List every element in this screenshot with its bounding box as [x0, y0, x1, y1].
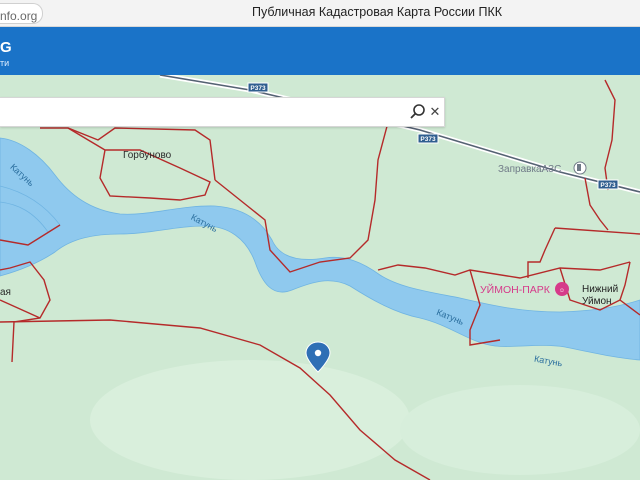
- svg-text:☺: ☺: [559, 288, 565, 294]
- browser-page-title: Публичная Кадастровая Карта России ПКК: [252, 5, 503, 19]
- terrain-patch: [90, 360, 410, 480]
- poi-label-park[interactable]: УЙМОН-ПАРК: [480, 284, 550, 296]
- close-icon[interactable]: ✕: [428, 102, 442, 122]
- app-logo-subtitle: ти: [0, 58, 10, 68]
- search-bar: ✕: [0, 97, 445, 127]
- settlement-label-nizhny-uymon-line2: Уймон: [582, 296, 612, 307]
- app-logo[interactable]: G: [0, 39, 12, 56]
- terrain-patch: [400, 385, 640, 475]
- browser-top-bar: nfo.org Публичная Кадастровая Карта Росс…: [0, 0, 640, 27]
- search-input[interactable]: [0, 98, 412, 124]
- map-canvas[interactable]: P373 P373 P373 ☺: [0, 75, 640, 480]
- app-header: G ти: [0, 27, 640, 75]
- settlement-label-left-partial: ая: [0, 287, 11, 298]
- settlement-label-gorbunovo: Горбуново: [123, 150, 172, 161]
- park-icon[interactable]: ☺: [555, 282, 569, 296]
- search-icon[interactable]: [408, 102, 428, 122]
- poi-label-fuel-station[interactable]: ЗаправкаАЗС: [498, 164, 561, 175]
- road-shield: P373: [597, 179, 619, 190]
- address-bar-text: nfo.org: [0, 9, 38, 23]
- address-bar[interactable]: nfo.org: [0, 3, 43, 24]
- road-shield: P373: [247, 82, 269, 93]
- road-shield-label: P373: [250, 85, 266, 92]
- road-shield-label: P373: [600, 182, 616, 189]
- road-shield-label: P373: [420, 136, 436, 143]
- settlement-label-nizhny-uymon-line1: Нижний: [582, 284, 619, 295]
- road-shield: P373: [417, 133, 439, 144]
- fuel-station-icon[interactable]: [573, 161, 587, 175]
